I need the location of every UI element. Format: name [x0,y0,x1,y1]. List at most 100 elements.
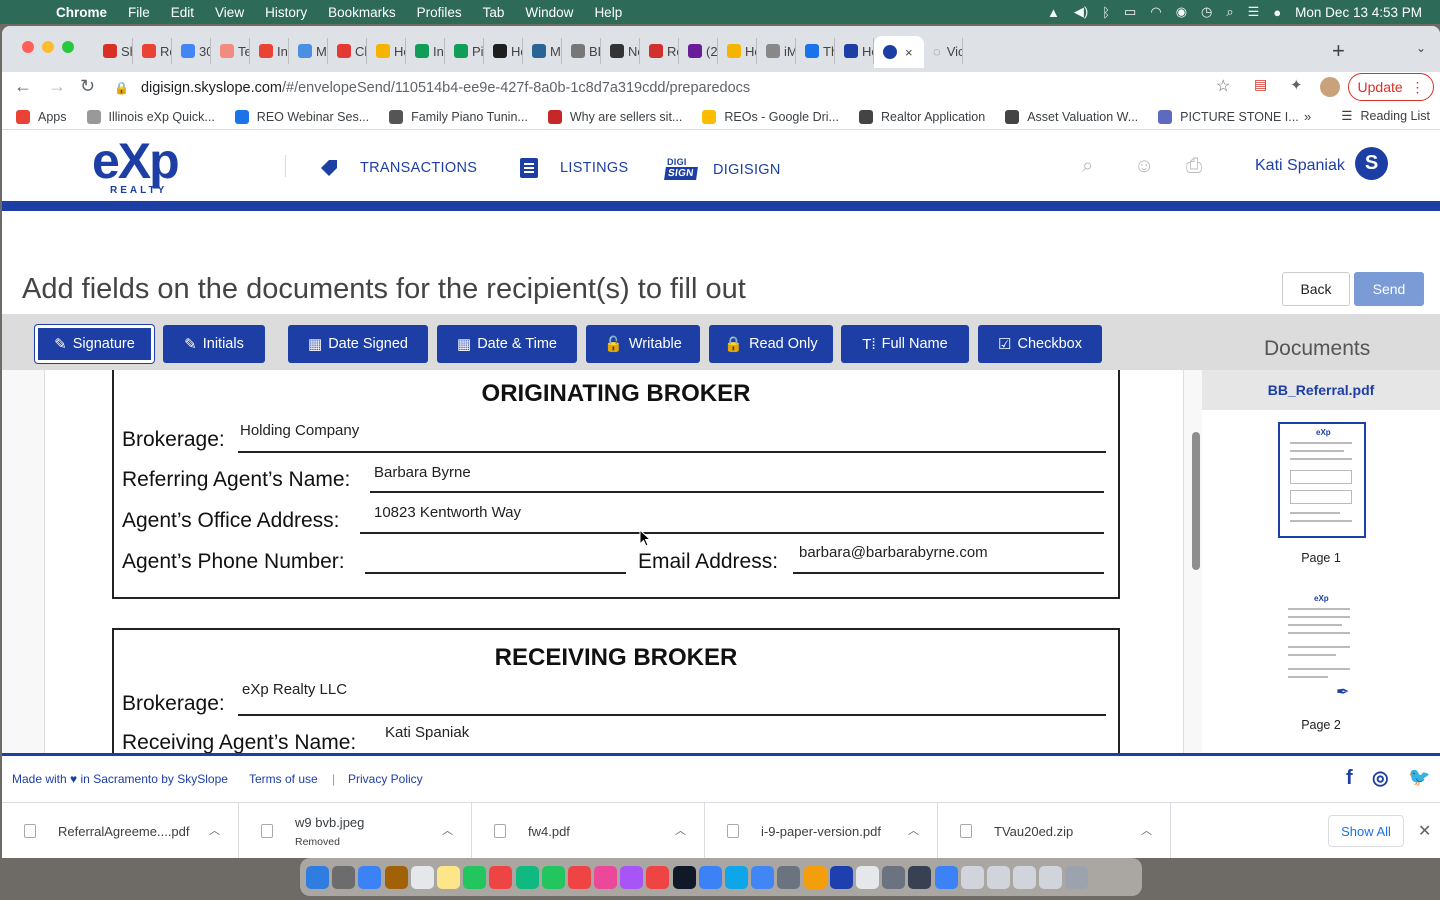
update-button[interactable]: Update ⋮ [1348,73,1434,101]
browser-tab[interactable]: Inb [250,38,289,64]
full-name-field-button[interactable]: T⁞ Full Name [841,325,969,363]
writable-field-button[interactable]: 🔓 Writable [586,325,700,363]
twitter-icon[interactable]: 🐦 [1408,767,1430,788]
dock-app-icon[interactable] [1065,865,1089,889]
minimize-window-button[interactable] [42,41,54,53]
document-viewer[interactable]: ORIGINATING BROKER Brokerage: Holding Co… [2,370,1202,753]
close-tab-icon[interactable]: × [905,45,913,60]
dock-app-icon[interactable] [306,865,329,889]
close-window-button[interactable] [22,41,34,53]
signature-field-button[interactable]: ✎ Signature [35,325,154,363]
dock-app-icon[interactable] [698,865,722,889]
dock-app-icon[interactable] [1039,865,1063,889]
dock-app-icon[interactable] [855,865,879,889]
reload-icon[interactable]: ↻ [80,76,95,97]
dock-app-icon[interactable] [489,865,513,889]
dock-app-icon[interactable] [594,865,618,889]
email-address-value[interactable]: barbara@barbarabyrne.com [799,544,988,561]
bookmark-item[interactable]: Why are sellers sit... [547,109,682,124]
browser-tab[interactable]: (2( [679,38,718,64]
active-tab[interactable]: × [874,36,924,68]
lock-icon[interactable]: 🔒 [114,81,129,95]
dock-app-icon[interactable] [986,865,1010,889]
user-icon[interactable]: ◉ [1176,4,1187,20]
browser-tab[interactable]: Cle [328,38,367,64]
bookmark-item[interactable]: PICTURE STONE I... [1158,109,1299,124]
browser-tab[interactable]: Re [133,38,172,64]
bookmark-item[interactable]: Family Piano Tunin... [389,109,528,124]
page-2-thumbnail[interactable]: eXp ✒ [1278,590,1366,706]
browser-tab[interactable]: iM [757,38,796,64]
user-name[interactable]: Kati Spaniak [1255,157,1345,175]
apps-bookmark[interactable]: Apps [16,109,67,124]
office-address-value[interactable]: 10823 Kentworth Way [374,504,521,521]
date-signed-field-button[interactable]: ▦ Date Signed [288,325,428,363]
nav-digisign[interactable]: DIGI SIGN DIGISIGN [664,157,781,183]
close-downloads-icon[interactable]: ✕ [1418,821,1431,841]
receiving-brokerage-value[interactable]: eXp Realty LLC [242,681,347,698]
download-item[interactable]: fw4.pdf ︿ [472,803,705,858]
dock-app-icon[interactable] [358,865,382,889]
chevron-up-icon[interactable]: ︿ [442,822,453,838]
tab-search-chevron-icon[interactable]: ⌄ [1416,41,1426,55]
dock-app-icon[interactable] [882,865,906,889]
chevron-up-icon[interactable]: ︿ [209,822,220,838]
search-icon[interactable]: ⌕ [1082,155,1104,177]
time-machine-icon[interactable]: ◷ [1201,4,1212,20]
browser-tab[interactable]: ◌ Vic [924,38,963,64]
exp-realty-logo[interactable]: eXp REALTY [92,136,180,196]
new-tab-icon[interactable]: + [1332,38,1345,64]
menu-profiles[interactable]: Profiles [417,5,462,20]
download-item[interactable]: i-9-paper-version.pdf ︿ [705,803,938,858]
browser-tab[interactable]: Th [796,38,835,64]
initials-field-button[interactable]: ✎ Initials [163,325,265,363]
menu-window[interactable]: Window [525,5,573,20]
more-bookmarks-chevron-icon[interactable]: » [1304,109,1311,124]
send-button[interactable]: Send [1354,272,1424,306]
facebook-icon[interactable]: f [1346,767,1353,790]
date-time-field-button[interactable]: ▦ Date & Time [437,325,577,363]
referring-agent-value[interactable]: Barbara Byrne [374,464,471,481]
page-1-thumbnail[interactable]: eXp [1278,422,1366,538]
bookmark-item[interactable]: Illinois eXp Quick... [86,109,215,124]
download-item[interactable]: ReferralAgreeme....pdf ︿ [2,803,239,858]
menu-file[interactable]: File [128,5,150,20]
dock-app-icon[interactable] [436,865,460,889]
dock-app-icon[interactable] [541,865,565,889]
brokerage-value[interactable]: Holding Company [240,422,359,439]
dock-app-icon[interactable] [803,865,827,889]
menu-help[interactable]: Help [594,5,622,20]
dock-app-icon[interactable] [515,865,539,889]
chevron-up-icon[interactable]: ︿ [675,822,686,838]
dock-app-icon[interactable] [829,865,853,889]
battery-icon[interactable]: ▭ [1124,4,1136,20]
browser-tab[interactable]: He [718,38,757,64]
browser-tab[interactable]: Te [211,38,250,64]
chevron-up-icon[interactable]: ︿ [1141,822,1152,838]
dock-app-icon[interactable] [908,865,932,889]
browser-tab[interactable]: Sh [94,38,133,64]
menu-edit[interactable]: Edit [171,5,194,20]
terms-link[interactable]: Terms of use [249,772,318,786]
zoom-window-button[interactable] [62,41,74,53]
browser-tab[interactable]: Mi [523,38,562,64]
browser-tab[interactable]: Inn [406,38,445,64]
forward-arrow-icon[interactable]: → [48,76,66,97]
document-scrollbar[interactable] [1192,432,1200,570]
dock-app-icon[interactable] [934,865,958,889]
menubar-clock[interactable]: Mon Dec 13 4:53 PM [1295,5,1422,20]
browser-tab[interactable]: No [601,38,640,64]
dock-app-icon[interactable] [384,865,408,889]
document-file-name[interactable]: BB_Referral.pdf [1202,370,1440,410]
browser-tab[interactable]: Pie [445,38,484,64]
menu-view[interactable]: View [215,5,244,20]
instagram-icon[interactable]: ◎ [1372,767,1389,790]
dock-app-icon[interactable] [463,865,487,889]
user-avatar[interactable]: S [1355,147,1388,180]
profile-avatar[interactable] [1320,77,1340,97]
download-item[interactable]: TVau20ed.zip ︿ [938,803,1171,858]
wifi-icon[interactable]: ◠ [1150,4,1161,20]
bookmark-item[interactable]: REO Webinar Ses... [234,109,369,124]
download-item[interactable]: w9 bvb.jpeg Removed ︿ [239,803,472,858]
menu-app-chrome[interactable]: Chrome [56,5,107,20]
